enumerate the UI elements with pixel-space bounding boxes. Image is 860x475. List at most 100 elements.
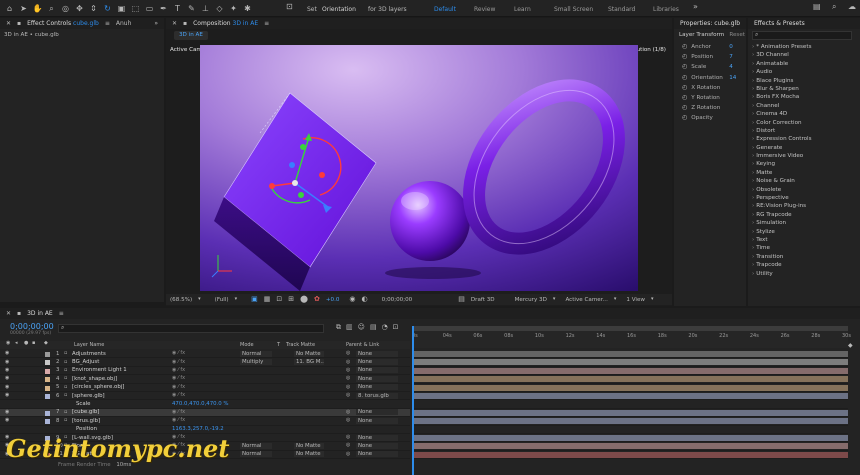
chevron-right-icon[interactable]: ›	[752, 103, 754, 109]
quality-dropdown[interactable]: (Full)	[215, 297, 229, 303]
orientation-dropdown[interactable]: Orientation	[322, 6, 356, 13]
effects-category-item[interactable]: › Matte	[752, 169, 856, 177]
property-value[interactable]: 0	[729, 44, 733, 50]
chevron-right-icon[interactable]: ›	[752, 161, 754, 167]
composition-mini-flowchart-icon[interactable]: ⧉	[336, 324, 341, 331]
effects-category-item[interactable]: › Color Correction	[752, 119, 856, 127]
layer-duration-bar[interactable]	[414, 376, 848, 383]
pick-whip-icon[interactable]: ◎	[346, 443, 350, 448]
rotate-tool-icon[interactable]: ↻	[102, 3, 113, 14]
work-area-bar[interactable]	[412, 326, 848, 331]
views-chevron-icon[interactable]: ▾	[651, 297, 654, 302]
time-ruler[interactable]: 0s 04s 06s 08s 10s 12s 14s 16s 18s 20s 22s 24s 26s 28…	[412, 326, 851, 348]
effects-category-item[interactable]: › Keying	[752, 160, 856, 168]
layer-row[interactable]: ◉ 3 ▫ Environment Light 1 ◉ ⁄ fx ◎ None	[0, 367, 410, 376]
layer-duration-bar[interactable]	[414, 384, 848, 391]
chevron-right-icon[interactable]: ›	[752, 145, 754, 151]
layer-duration-bar[interactable]	[414, 418, 848, 425]
pick-whip-icon[interactable]: ◎	[346, 376, 350, 381]
close-icon[interactable]: ✕	[6, 20, 11, 27]
property-value[interactable]: 7	[729, 54, 733, 60]
cloud-icon[interactable]: ☁	[848, 3, 856, 11]
visibility-eye-icon[interactable]: ◉	[5, 393, 9, 398]
property-row[interactable]: ◴ Position 7	[682, 52, 744, 62]
layer-name[interactable]: [torus.glb]	[72, 418, 168, 424]
label-color-swatch[interactable]	[45, 368, 50, 374]
mask-visibility-icon[interactable]: ⊡	[276, 296, 282, 303]
workspace-tab-standard[interactable]: Standard	[608, 6, 653, 13]
tab-menu-icon[interactable]: ≡	[105, 20, 110, 27]
layer-name[interactable]: [circles_sphere.obj]	[72, 384, 168, 390]
chevron-right-icon[interactable]: ›	[752, 86, 754, 92]
mode-header[interactable]: Mode	[240, 342, 254, 348]
layer-name[interactable]: Position	[76, 426, 172, 432]
effects-category-item[interactable]: › Cinema 4D	[752, 110, 856, 118]
comp-timecode[interactable]: 0;00;00;00	[382, 297, 413, 303]
property-value[interactable]: 470.0,470.0,470.0 %	[172, 401, 229, 407]
region-of-interest-icon[interactable]: ▣	[251, 296, 258, 303]
draft3d-icon[interactable]: ▤	[458, 296, 465, 303]
label-color-swatch[interactable]	[45, 393, 50, 399]
layer-switches-icon[interactable]: ◉ ⁄ fx	[172, 384, 185, 390]
layer-row[interactable]: ◉ 7 ▫ [cube.glb] ◉ ⁄ fx ◎ None	[0, 408, 410, 418]
roto-tool-icon[interactable]: ✦	[228, 3, 239, 14]
layer-switches-icon[interactable]: ◉ ⁄ fx	[172, 367, 185, 373]
chevron-right-icon[interactable]: ›	[752, 44, 754, 50]
layer-duration-bar[interactable]	[414, 367, 848, 374]
pen-tool-icon[interactable]: ✒	[158, 3, 169, 14]
channel-icon[interactable]: ⬤	[300, 296, 308, 303]
effects-category-item[interactable]: › Animatable	[752, 60, 856, 68]
chevron-right-icon[interactable]: ›	[752, 128, 754, 134]
visibility-eye-icon[interactable]: ◉	[5, 376, 9, 381]
label-color-swatch[interactable]	[45, 377, 50, 383]
snapshot-icon[interactable]: ◉	[349, 296, 355, 303]
parent-dropdown[interactable]: None	[356, 359, 398, 366]
effects-category-item[interactable]: › Blace Plugins	[752, 77, 856, 85]
layer-duration-bar[interactable]	[414, 409, 848, 416]
layer-duration-bar[interactable]	[414, 434, 848, 441]
parent-dropdown[interactable]: None	[356, 442, 398, 449]
property-value[interactable]: 1163.3,257.0,-19.2	[172, 426, 224, 432]
chevron-right-icon[interactable]: ›	[752, 111, 754, 117]
zoom-in-icon[interactable]: ◆	[848, 343, 853, 349]
workspace-tab-review[interactable]: Review	[474, 6, 514, 13]
second-tab[interactable]: Anuh	[116, 20, 132, 27]
visibility-eye-icon[interactable]: ◉	[5, 409, 9, 415]
effects-category-item[interactable]: › Audio	[752, 68, 856, 76]
guides-icon[interactable]: ⊞	[288, 296, 294, 303]
layer-duration-bar[interactable]	[414, 392, 848, 399]
solo-toggle-icon[interactable]: ●	[24, 341, 28, 346]
comp-breadcrumb[interactable]: 3D in AE	[174, 31, 208, 40]
workspace-tab-default[interactable]: Default	[434, 6, 474, 13]
visibility-eye-icon[interactable]: ◉	[5, 367, 9, 373]
chevron-right-icon[interactable]: ›	[752, 61, 754, 67]
chevron-right-icon[interactable]: ›	[752, 212, 754, 218]
chevron-right-icon[interactable]: ›	[752, 153, 754, 159]
lock-icon[interactable]: ▪	[183, 20, 187, 27]
parent-dropdown[interactable]: None	[356, 350, 398, 357]
chevron-right-icon[interactable]: ›	[752, 254, 754, 260]
timeline-search[interactable]: ⌕	[58, 324, 324, 333]
timeline-zoom-slider[interactable]: ◆	[848, 342, 856, 354]
audio-toggle-icon[interactable]: ◂	[15, 341, 18, 346]
chevron-right-icon[interactable]: ›	[752, 229, 754, 235]
label-color-swatch[interactable]	[45, 419, 50, 425]
effects-category-item[interactable]: › 3D Channel	[752, 51, 856, 59]
panel-menu-icon[interactable]: ▪	[17, 20, 21, 27]
effects-category-item[interactable]: › Obsolete	[752, 186, 856, 194]
label-color-swatch[interactable]	[45, 410, 50, 416]
effects-category-item[interactable]: › Boris FX Mocha	[752, 93, 856, 101]
layer-name[interactable]: Scale	[76, 401, 172, 407]
chevron-right-icon[interactable]: ›	[752, 187, 754, 193]
pick-whip-icon[interactable]: ◎	[346, 384, 350, 390]
workspace-tab-libraries[interactable]: Libraries	[653, 6, 693, 13]
parent-dropdown[interactable]: 8. torus.glb	[356, 392, 398, 399]
chevron-right-icon[interactable]: ›	[752, 69, 754, 75]
label-color-swatch[interactable]	[45, 352, 50, 357]
pick-whip-icon[interactable]: ◎	[346, 409, 350, 415]
property-value[interactable]: 14	[729, 75, 736, 81]
timeline-timecode[interactable]: 0;00;00;00	[10, 322, 54, 331]
renderer-chevron-icon[interactable]: ▾	[553, 297, 556, 302]
chevron-right-icon[interactable]: ›	[752, 245, 754, 251]
timeline-tab[interactable]: 3D in AE	[27, 310, 53, 317]
